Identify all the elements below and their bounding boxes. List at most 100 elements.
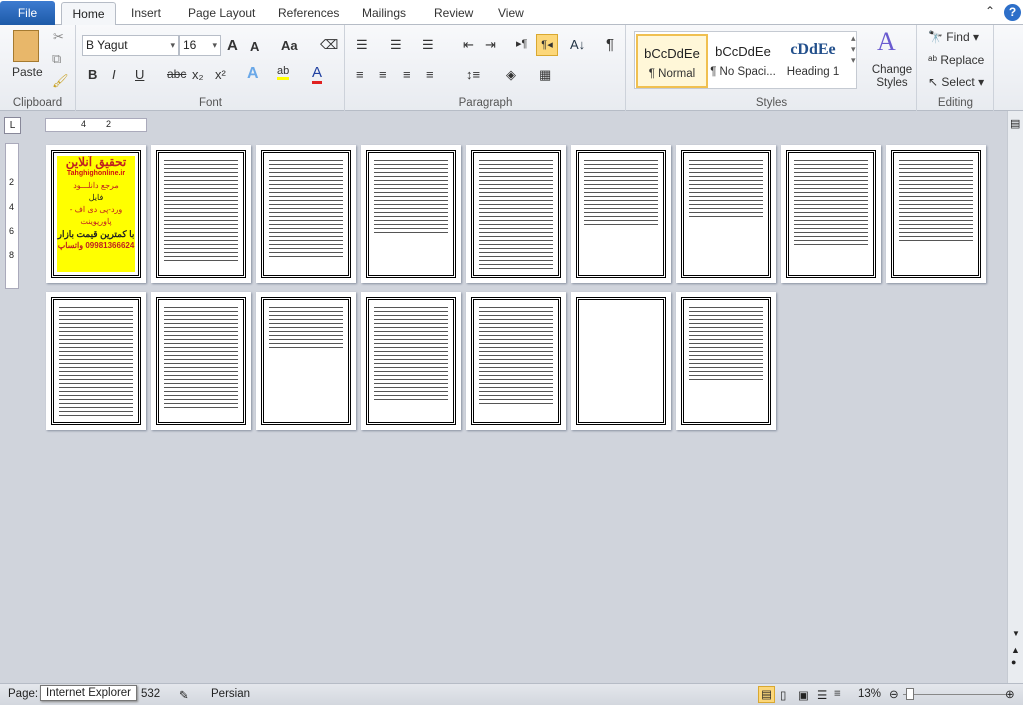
zoom-slider[interactable] xyxy=(903,694,1006,695)
tab-mailings[interactable]: Mailings xyxy=(362,6,406,20)
page-text xyxy=(794,158,868,248)
underline-button[interactable]: U xyxy=(135,67,144,82)
style-preview: bCcDdEe xyxy=(715,44,771,59)
editing-group: 🔭 Find ▾ ᵃᵇ Replace ↖ Select ▾ Editing xyxy=(918,25,994,111)
tab-home[interactable]: Home xyxy=(61,2,116,26)
tab-view[interactable]: View xyxy=(498,6,524,20)
sort-icon[interactable]: A↓ xyxy=(570,37,585,52)
bullets-icon[interactable]: ☰ xyxy=(356,37,368,53)
strikethrough-button[interactable]: abc xyxy=(167,67,186,81)
clear-formatting-icon[interactable]: ⌫ xyxy=(320,37,338,53)
styles-scroll-icon[interactable]: ▴ ▾ ▾ xyxy=(851,33,856,66)
superscript-button[interactable]: x² xyxy=(215,67,226,82)
word-count[interactable]: 532 xyxy=(141,688,160,700)
grow-font-icon[interactable]: A xyxy=(227,37,238,54)
find-button[interactable]: 🔭 Find ▾ xyxy=(928,30,979,44)
bold-button[interactable]: B xyxy=(88,67,97,82)
copy-icon[interactable]: ⧉ xyxy=(52,51,61,67)
change-case-button[interactable]: Aa xyxy=(281,38,298,53)
scroll-down-icon[interactable]: ▼ xyxy=(1012,629,1020,638)
page-thumbnail[interactable] xyxy=(46,292,146,430)
justify-icon[interactable]: ≡ xyxy=(426,67,434,82)
outline-icon[interactable]: ☰ xyxy=(817,688,827,702)
paste-icon[interactable] xyxy=(13,30,39,62)
page-thumbnail[interactable] xyxy=(571,292,671,430)
minimize-ribbon-icon[interactable]: ⌃ xyxy=(985,4,995,18)
tab-file[interactable]: File xyxy=(0,1,55,25)
ruler-toggle-icon[interactable]: ▤ xyxy=(1010,117,1020,130)
page-thumbnail[interactable] xyxy=(571,145,671,283)
page-text xyxy=(164,305,238,412)
rtl-icon[interactable]: ¶◂ xyxy=(536,34,558,56)
page-thumbnail[interactable] xyxy=(466,292,566,430)
show-formatting-button[interactable]: ¶ xyxy=(606,36,614,53)
page-thumbnail[interactable] xyxy=(781,145,881,283)
increase-indent-icon[interactable]: ⇥ xyxy=(485,37,496,53)
cut-icon[interactable]: ✂ xyxy=(53,29,64,45)
zoom-level[interactable]: 13% xyxy=(858,688,881,700)
change-styles-icon[interactable]: A xyxy=(877,27,896,57)
language[interactable]: Persian xyxy=(211,688,250,700)
web-layout-icon[interactable]: ▣ xyxy=(798,688,809,702)
align-right-icon[interactable]: ≡ xyxy=(403,67,411,82)
shading-icon[interactable]: ◈ xyxy=(506,67,516,83)
previous-page-icon[interactable]: ▲ xyxy=(1011,645,1020,655)
decrease-indent-icon[interactable]: ⇤ xyxy=(463,37,474,53)
tab-page-layout[interactable]: Page Layout xyxy=(188,6,255,20)
print-layout-icon[interactable]: ▤ xyxy=(758,686,775,703)
vertical-ruler[interactable]: 2 4 6 8 xyxy=(5,143,19,289)
font-color-icon[interactable]: A xyxy=(312,64,323,84)
page-label[interactable]: Page: xyxy=(8,688,38,700)
select-button[interactable]: ↖ Select ▾ xyxy=(928,75,984,89)
font-size-select[interactable]: 16 xyxy=(179,35,221,56)
format-painter-icon[interactable]: 🖌 xyxy=(52,73,69,89)
tab-references[interactable]: References xyxy=(278,6,339,20)
zoom-in-icon[interactable]: ⊕ xyxy=(1005,687,1015,701)
style-normal[interactable]: bCcDdEe ¶ Normal xyxy=(636,34,708,88)
cover-line: با کمترین قیمت بازار xyxy=(57,229,135,239)
shrink-font-icon[interactable]: A xyxy=(250,39,259,54)
page-thumbnail[interactable] xyxy=(361,292,461,430)
browse-object-icon[interactable]: ● xyxy=(1011,657,1016,667)
multilevel-list-icon[interactable]: ☰ xyxy=(422,37,434,53)
clipboard-label: Clipboard xyxy=(12,97,63,109)
borders-icon[interactable]: ▦ xyxy=(539,67,551,83)
align-left-icon[interactable]: ≡ xyxy=(356,67,364,82)
proofing-icon[interactable]: ✎ xyxy=(179,688,189,702)
tab-review[interactable]: Review xyxy=(434,6,473,20)
page-thumbnail[interactable] xyxy=(886,145,986,283)
ltr-icon[interactable]: ▸¶ xyxy=(516,37,527,50)
page-cover[interactable]: تحقیق آنلاین Tahghighonline.ir مرجع دانل… xyxy=(46,145,146,283)
zoom-slider-thumb[interactable] xyxy=(906,688,914,700)
style-heading-1[interactable]: cDdEe Heading 1 xyxy=(777,34,849,88)
replace-button[interactable]: ᵃᵇ Replace xyxy=(928,53,984,67)
help-icon[interactable]: ? xyxy=(1004,4,1021,21)
page-thumbnail[interactable] xyxy=(151,145,251,283)
subscript-button[interactable]: x₂ xyxy=(192,67,204,82)
numbering-icon[interactable]: ☰ xyxy=(390,37,402,53)
vertical-scrollbar[interactable]: ▤ ▼ ▲ ● xyxy=(1007,111,1023,683)
page-thumbnail[interactable] xyxy=(256,292,356,430)
italic-button[interactable]: I xyxy=(112,67,116,82)
align-center-icon[interactable]: ≡ xyxy=(379,67,387,82)
highlight-icon[interactable]: ab xyxy=(277,65,290,80)
page-thumbnail[interactable] xyxy=(676,145,776,283)
tab-insert[interactable]: Insert xyxy=(131,6,161,20)
draft-icon[interactable]: ≡ xyxy=(834,688,841,700)
line-spacing-icon[interactable]: ↕≡ xyxy=(466,67,480,82)
style-no-spacing[interactable]: bCcDdEe ¶ No Spaci... xyxy=(707,34,779,88)
page-text xyxy=(479,305,553,406)
page-thumbnail[interactable] xyxy=(361,145,461,283)
horizontal-ruler[interactable]: 4 2 xyxy=(45,118,147,132)
page-thumbnail[interactable] xyxy=(256,145,356,283)
text-effects-icon[interactable]: A xyxy=(247,65,259,83)
page-thumbnail[interactable] xyxy=(676,292,776,430)
full-screen-reading-icon[interactable]: ▯ xyxy=(780,688,786,702)
page-thumbnail[interactable] xyxy=(151,292,251,430)
change-styles-button[interactable]: Change Styles xyxy=(870,64,914,90)
paste-button[interactable]: Paste xyxy=(12,65,43,79)
font-name-select[interactable]: B Yagut xyxy=(82,35,179,56)
zoom-out-icon[interactable]: ⊖ xyxy=(889,687,899,701)
page-thumbnail[interactable] xyxy=(466,145,566,283)
tab-selector[interactable]: L xyxy=(4,117,21,134)
